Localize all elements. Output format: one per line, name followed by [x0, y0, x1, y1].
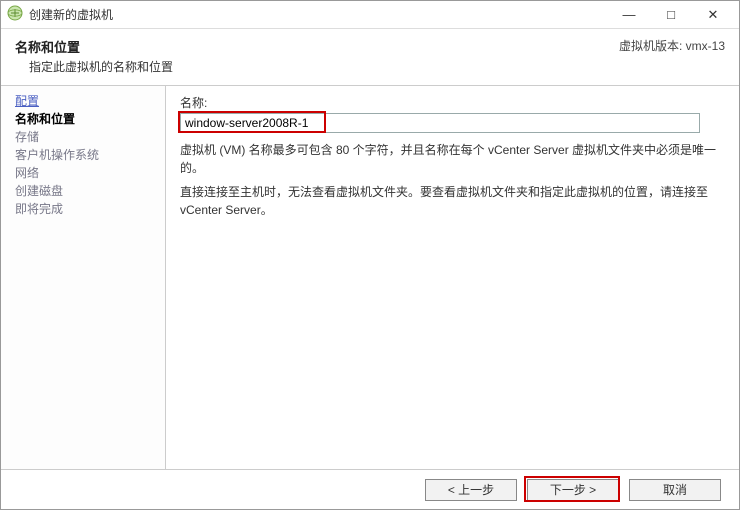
vsphere-icon — [7, 5, 23, 24]
sidebar-item-network: 网络 — [15, 164, 165, 182]
wizard-content: 名称: 虚拟机 (VM) 名称最多可包含 80 个字符，并且名称在每个 vCen… — [166, 86, 739, 469]
sidebar-item-guest-os: 客户机操作系统 — [15, 146, 165, 164]
wizard-button-bar: < 上一步 下一步 > 取消 — [1, 469, 739, 509]
window-controls: — □ ✕ — [617, 5, 725, 25]
close-button[interactable]: ✕ — [701, 5, 725, 25]
dialog-window: 创建新的虚拟机 — □ ✕ 名称和位置 指定此虚拟机的名称和位置 虚拟机版本: … — [0, 0, 740, 510]
name-hint-2: 直接连接至主机时，无法查看虚拟机文件夹。要查看虚拟机文件夹和指定此虚拟机的位置，… — [180, 183, 723, 219]
wizard-steps-sidebar: 配置 名称和位置 存储 客户机操作系统 网络 创建磁盘 即将完成 — [1, 86, 166, 469]
vm-name-input[interactable] — [180, 113, 700, 133]
wizard-header: 名称和位置 指定此虚拟机的名称和位置 虚拟机版本: vmx-13 — [1, 29, 739, 85]
name-label: 名称: — [180, 94, 723, 111]
sidebar-item-config[interactable]: 配置 — [15, 92, 165, 110]
sidebar-item-name-location: 名称和位置 — [15, 110, 165, 128]
title-bar: 创建新的虚拟机 — □ ✕ — [1, 1, 739, 29]
page-subtitle: 指定此虚拟机的名称和位置 — [29, 58, 173, 75]
minimize-button[interactable]: — — [617, 5, 641, 25]
cancel-button[interactable]: 取消 — [629, 479, 721, 501]
next-button[interactable]: 下一步 > — [527, 479, 619, 501]
sidebar-item-ready-complete: 即将完成 — [15, 200, 165, 218]
name-hint-1: 虚拟机 (VM) 名称最多可包含 80 个字符，并且名称在每个 vCenter … — [180, 141, 723, 177]
sidebar-item-create-disk: 创建磁盘 — [15, 182, 165, 200]
sidebar-item-storage: 存储 — [15, 128, 165, 146]
vm-version-label: 虚拟机版本: vmx-13 — [619, 37, 725, 54]
page-title: 名称和位置 — [15, 37, 173, 56]
main-area: 配置 名称和位置 存储 客户机操作系统 网络 创建磁盘 即将完成 名称: 虚拟机… — [1, 85, 739, 469]
back-button[interactable]: < 上一步 — [425, 479, 517, 501]
window-title: 创建新的虚拟机 — [29, 6, 617, 23]
maximize-button[interactable]: □ — [659, 5, 683, 25]
